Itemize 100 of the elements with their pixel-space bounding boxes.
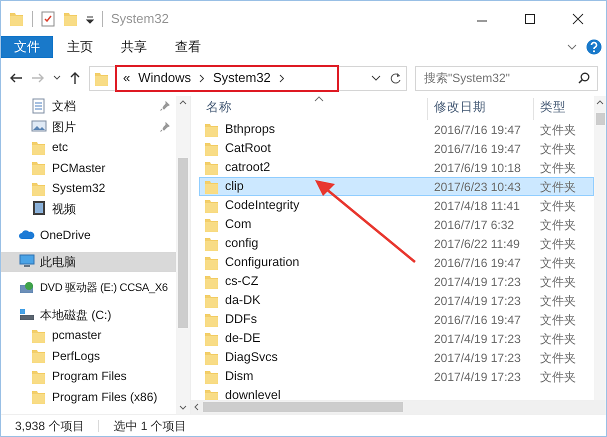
column-header[interactable]: 名称 bbox=[191, 98, 427, 120]
folder-icon bbox=[204, 216, 219, 233]
file-name: DiagSvcs bbox=[225, 349, 278, 366]
sidebar-item[interactable]: 文档 bbox=[1, 96, 176, 116]
file-type: 文件夹 bbox=[539, 368, 577, 386]
file-type: 文件夹 bbox=[539, 236, 577, 252]
file-row[interactable]: DiagSvcs 2017/4/19 17:23 文件夹 bbox=[199, 348, 594, 367]
modified-date: 2017/6/19 10:18 bbox=[433, 160, 522, 176]
file-row[interactable]: CatRoot 2016/7/16 19:47 文件夹 bbox=[199, 139, 594, 158]
breadcrumb[interactable]: Windows bbox=[138, 68, 191, 88]
file-type: 文件夹 bbox=[539, 254, 577, 272]
chevron-icon bbox=[278, 74, 285, 82]
folder-icon bbox=[9, 10, 24, 27]
ribbon-tab[interactable]: 文件 bbox=[1, 36, 53, 58]
file-type: 文件夹 bbox=[539, 274, 577, 290]
file-row[interactable]: DDFs 2016/7/16 19:47 文件夹 bbox=[199, 310, 594, 329]
file-name: catroot2 bbox=[225, 159, 270, 176]
sidebar-item[interactable]: 图片 bbox=[1, 116, 176, 137]
file-row[interactable]: catroot2 2017/6/19 10:18 文件夹 bbox=[199, 158, 594, 177]
modified-date: 2017/6/22 11:49 bbox=[433, 236, 521, 252]
file-row[interactable]: clip 2017/6/23 10:43 文件夹 bbox=[199, 177, 594, 196]
sidebar-item[interactable]: 此电脑 bbox=[1, 252, 176, 272]
folder-icon bbox=[31, 388, 47, 406]
file-name: downlevel bbox=[225, 387, 281, 400]
sidebar-item[interactable]: PerfLogs bbox=[1, 346, 176, 366]
file-row[interactable]: Bthprops 2016/7/16 19:47 文件夹 bbox=[199, 120, 594, 139]
file-type: 文件夹 bbox=[539, 198, 577, 214]
sidebar-item[interactable]: DVD 驱动器 (E:) CCSA_X6 bbox=[1, 278, 176, 298]
modified-date: 2017/4/18 11:41 bbox=[433, 198, 521, 214]
file-row[interactable]: config 2017/6/22 11:49 文件夹 bbox=[199, 234, 594, 253]
file-row[interactable]: da-DK 2017/4/19 17:23 文件夹 bbox=[199, 291, 594, 310]
folder-icon bbox=[204, 235, 219, 252]
scrollbar-thumb[interactable] bbox=[596, 113, 604, 125]
file-name: Bthprops bbox=[225, 121, 276, 138]
column-header[interactable]: 修改日期 bbox=[427, 98, 533, 120]
video-icon bbox=[31, 200, 47, 218]
dropdown-icon bbox=[86, 14, 94, 24]
folder-icon bbox=[204, 159, 219, 176]
folder-icon bbox=[31, 159, 47, 176]
modified-date: 2016/7/16 19:47 bbox=[433, 122, 522, 138]
file-name: CatRoot bbox=[225, 140, 271, 158]
folder-icon bbox=[204, 330, 219, 347]
window-title: System32 bbox=[111, 10, 169, 28]
up-arrow-icon bbox=[69, 71, 81, 85]
file-name: config bbox=[225, 235, 258, 252]
column-header[interactable]: 类型 bbox=[533, 98, 583, 120]
pin-icon bbox=[160, 101, 170, 111]
breadcrumb[interactable]: System32 bbox=[212, 68, 271, 88]
modified-date: 2017/4/19 17:23 bbox=[433, 330, 522, 348]
breadcrumb-overflow[interactable]: « bbox=[123, 68, 130, 88]
close-icon[interactable] bbox=[570, 10, 586, 26]
file-type: 文件夹 bbox=[539, 330, 577, 348]
file-type: 文件夹 bbox=[539, 140, 577, 158]
modified-date: 2017/4/19 17:23 bbox=[433, 274, 522, 290]
sidebar-item[interactable]: etc bbox=[1, 137, 176, 158]
sidebar-item[interactable]: PCMaster bbox=[1, 158, 176, 178]
chevron-icon bbox=[198, 74, 205, 82]
modified-date: 2017/4/19 17:23 bbox=[433, 350, 522, 366]
status-selection: 选中 1 个项目 bbox=[113, 418, 187, 434]
sidebar-item[interactable]: 本地磁盘 (C:) bbox=[1, 304, 176, 325]
ribbon-tab[interactable]: 主页 bbox=[53, 36, 107, 58]
ribbon-tab[interactable]: 共享 bbox=[107, 36, 161, 58]
file-row[interactable]: Com 2016/7/17 6:32 文件夹 bbox=[199, 215, 594, 234]
file-type: 文件夹 bbox=[539, 160, 577, 176]
file-row[interactable]: de-DE 2017/4/19 17:23 文件夹 bbox=[199, 329, 594, 348]
ribbon-tab[interactable]: 查看 bbox=[161, 36, 215, 58]
properties-icon bbox=[41, 10, 55, 26]
file-row[interactable]: cs-CZ 2017/4/19 17:23 文件夹 bbox=[199, 272, 594, 291]
sidebar-item[interactable]: OneDrive bbox=[1, 225, 176, 246]
file-type: 文件夹 bbox=[539, 216, 577, 234]
file-name: Com bbox=[225, 216, 252, 234]
modified-date: 2016/7/16 19:47 bbox=[433, 140, 522, 158]
file-name: CodeIntegrity bbox=[225, 197, 300, 214]
back-arrow-icon bbox=[9, 71, 23, 85]
folder-icon bbox=[204, 178, 219, 195]
sidebar-item[interactable]: 视频 bbox=[1, 198, 176, 219]
search-icon bbox=[578, 72, 590, 84]
file-row[interactable]: Configuration 2016/7/16 19:47 文件夹 bbox=[199, 253, 594, 272]
address-bar[interactable]: « Windows System32 bbox=[89, 66, 407, 90]
pin-icon bbox=[160, 122, 170, 132]
file-name: Configuration bbox=[225, 254, 300, 272]
scrollbar-thumb[interactable] bbox=[178, 158, 188, 328]
folder-icon bbox=[204, 197, 219, 214]
search-field[interactable]: 搜索"System32" bbox=[415, 66, 598, 90]
scroll-down-icon bbox=[179, 405, 188, 411]
sidebar-item[interactable]: System32 bbox=[1, 178, 176, 198]
folder-icon bbox=[204, 273, 219, 290]
file-row[interactable]: Dism 2017/4/19 17:23 文件夹 bbox=[199, 367, 594, 386]
file-type: 文件夹 bbox=[539, 312, 577, 328]
status-item-count: 3,938 个项目 bbox=[15, 418, 84, 434]
dropdown-icon bbox=[371, 74, 381, 82]
sidebar-item[interactable]: Program Files bbox=[1, 366, 176, 386]
modified-date: 2017/6/23 10:43 bbox=[433, 178, 522, 196]
folder-icon bbox=[204, 254, 219, 271]
file-row[interactable]: CodeIntegrity 2017/4/18 11:41 文件夹 bbox=[199, 196, 594, 215]
sidebar-item[interactable]: Program Files (x86) bbox=[1, 386, 176, 407]
sidebar-item[interactable]: pcmaster bbox=[1, 325, 176, 346]
scrollbar-thumb[interactable] bbox=[203, 402, 403, 412]
modified-date: 2016/7/16 19:47 bbox=[433, 254, 522, 272]
file-name: de-DE bbox=[225, 330, 260, 348]
